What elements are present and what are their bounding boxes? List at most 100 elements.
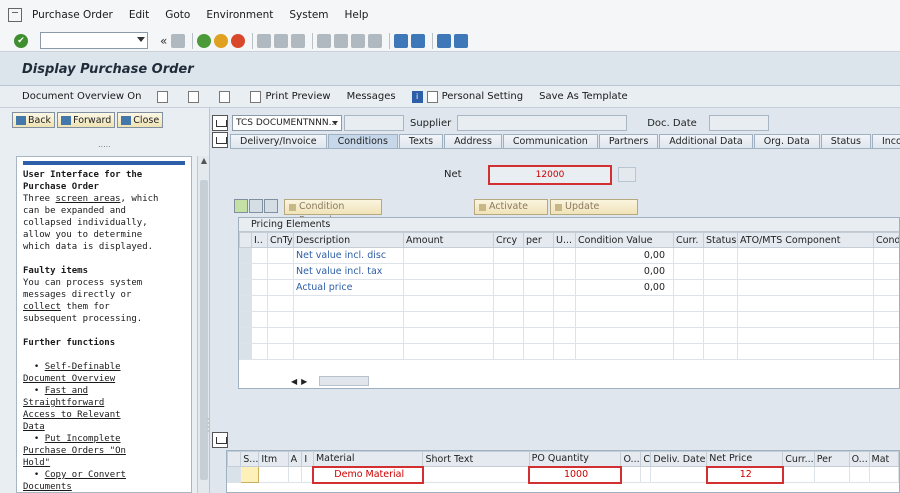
col-header[interactable]: Amount <box>403 232 494 248</box>
document-overview-button[interactable]: Document Overview On <box>22 91 141 102</box>
col-header[interactable]: S... <box>240 451 260 467</box>
last-page-icon[interactable] <box>368 33 383 48</box>
help-forward-button[interactable]: Forward <box>57 112 116 128</box>
update-button[interactable]: Update <box>550 199 638 215</box>
details-icon[interactable] <box>234 199 248 213</box>
cart-icon[interactable] <box>212 115 228 131</box>
document-type-select[interactable]: TCS DOCUMENTNNN... <box>232 115 342 131</box>
col-header[interactable]: Cond <box>873 232 899 248</box>
col-header[interactable]: Deliv. Date <box>650 451 708 467</box>
scroll-up-icon[interactable]: ▲ <box>198 156 210 168</box>
table-row[interactable]: Net value incl. tax 0,00 <box>239 263 899 280</box>
col-header[interactable]: CnTy <box>267 232 294 248</box>
col-header[interactable]: I.. <box>251 232 268 248</box>
find-next-icon[interactable] <box>291 33 306 48</box>
scroll-right-icon[interactable]: ▶ <box>301 377 307 386</box>
layout-menu-icon[interactable] <box>454 33 469 48</box>
menu-edit[interactable]: Edit <box>129 9 149 21</box>
col-header[interactable]: Short Text <box>422 451 530 467</box>
link-screen-areas[interactable]: screen areas <box>56 194 121 204</box>
tab-address[interactable]: Address <box>444 134 502 148</box>
collapse-header-icon[interactable] <box>212 132 228 148</box>
collapse-items-icon[interactable] <box>212 432 228 448</box>
menu-icon[interactable] <box>8 8 22 22</box>
table-settings-icon[interactable] <box>227 451 242 467</box>
menu-goto[interactable]: Goto <box>165 9 190 21</box>
short-text-cell[interactable] <box>422 466 530 483</box>
col-header[interactable]: O... <box>620 451 642 467</box>
activate-button[interactable]: Activate <box>474 199 548 215</box>
col-header[interactable]: Material <box>312 451 424 467</box>
row-selector[interactable] <box>239 247 252 264</box>
chevron-down-icon[interactable] <box>332 121 338 125</box>
table-row[interactable] <box>239 295 899 312</box>
other-document-button[interactable] <box>219 90 234 103</box>
link-collect[interactable]: collect <box>23 302 61 312</box>
col-header[interactable]: O... <box>848 451 870 467</box>
net-price-cell[interactable]: 12 <box>705 465 784 484</box>
supplier-field[interactable] <box>457 115 628 131</box>
tab-delivery-invoice[interactable]: Delivery/Invoice <box>230 134 327 148</box>
help-scrollbar[interactable]: ▲ <box>197 156 209 493</box>
first-page-icon[interactable] <box>317 33 332 48</box>
col-header[interactable]: per <box>523 232 554 248</box>
table-row[interactable]: Net value incl. disc 0,00 <box>239 247 899 264</box>
col-header[interactable]: Description <box>293 232 404 248</box>
tab-incoterms[interactable]: Incoterms <box>871 134 900 148</box>
insert-row-icon[interactable] <box>249 199 263 213</box>
messages-button[interactable]: Messages <box>347 91 396 102</box>
tab-status[interactable]: Status <box>820 134 871 148</box>
col-header[interactable]: C <box>640 451 652 467</box>
tab-partners[interactable]: Partners <box>598 134 659 148</box>
col-header[interactable]: U... <box>553 232 576 248</box>
previous-page-icon[interactable] <box>334 33 349 48</box>
next-page-icon[interactable] <box>351 33 366 48</box>
col-header[interactable]: Itm <box>258 451 289 467</box>
personal-setting-button[interactable]: i Personal Setting <box>411 90 523 103</box>
table-row[interactable]: Demo Material 1000 12 <box>227 465 899 484</box>
col-header[interactable]: Curr... <box>782 451 815 467</box>
print-icon[interactable] <box>257 33 272 48</box>
new-document-button[interactable] <box>157 90 172 103</box>
tab-texts[interactable]: Texts <box>398 134 444 148</box>
help-icon[interactable] <box>437 33 452 48</box>
col-header[interactable]: A <box>287 451 303 467</box>
row-selector[interactable] <box>239 279 252 296</box>
save-as-template-button[interactable]: Save As Template <box>539 91 628 102</box>
pane-splitter[interactable]: · · · · <box>207 416 210 436</box>
tab-additional-data[interactable]: Additional Data <box>659 134 753 148</box>
tab-communication[interactable]: Communication <box>502 134 598 148</box>
help-back-button[interactable]: Back <box>12 112 56 128</box>
tab-conditions[interactable]: Conditions <box>327 134 398 148</box>
document-number-field[interactable] <box>344 115 404 131</box>
condition-record-button[interactable]: Condition Record <box>284 199 382 226</box>
col-header[interactable]: Curr. <box>673 232 704 248</box>
menu-help[interactable]: Help <box>345 9 369 21</box>
delete-row-icon[interactable] <box>264 199 278 213</box>
tab-org-data[interactable]: Org. Data <box>753 134 820 148</box>
col-header[interactable]: PO Quantity <box>528 451 622 467</box>
col-header[interactable]: Net Price <box>706 451 784 467</box>
display-change-button[interactable] <box>188 90 203 103</box>
pricing-h-scrollbar[interactable]: ◀ ▶ <box>291 376 370 386</box>
scroll-thumb[interactable] <box>319 376 370 386</box>
table-row[interactable]: Actual price 0,00 <box>239 279 899 296</box>
col-header[interactable]: Per <box>813 451 850 467</box>
shortcut-icon[interactable] <box>411 33 426 48</box>
material-cell[interactable]: Demo Material <box>312 465 424 484</box>
pane-resize-handle[interactable]: ..... <box>98 140 111 149</box>
command-input[interactable] <box>41 33 131 48</box>
collapse-chevron[interactable]: « <box>160 34 167 48</box>
find-icon[interactable] <box>274 33 289 48</box>
col-header[interactable]: ATO/MTS Component <box>737 232 874 248</box>
menu-system[interactable]: System <box>289 9 328 21</box>
col-header[interactable]: I <box>301 451 314 467</box>
help-close-button[interactable]: Close <box>117 112 164 128</box>
col-header[interactable]: Mat <box>868 451 899 467</box>
row-selector[interactable] <box>239 263 252 280</box>
table-row[interactable] <box>239 311 899 328</box>
chevron-down-icon[interactable] <box>137 37 145 42</box>
enter-check-icon[interactable]: ✔ <box>14 33 28 48</box>
col-header[interactable]: Condition Value <box>575 232 674 248</box>
exit-icon[interactable] <box>214 33 229 48</box>
